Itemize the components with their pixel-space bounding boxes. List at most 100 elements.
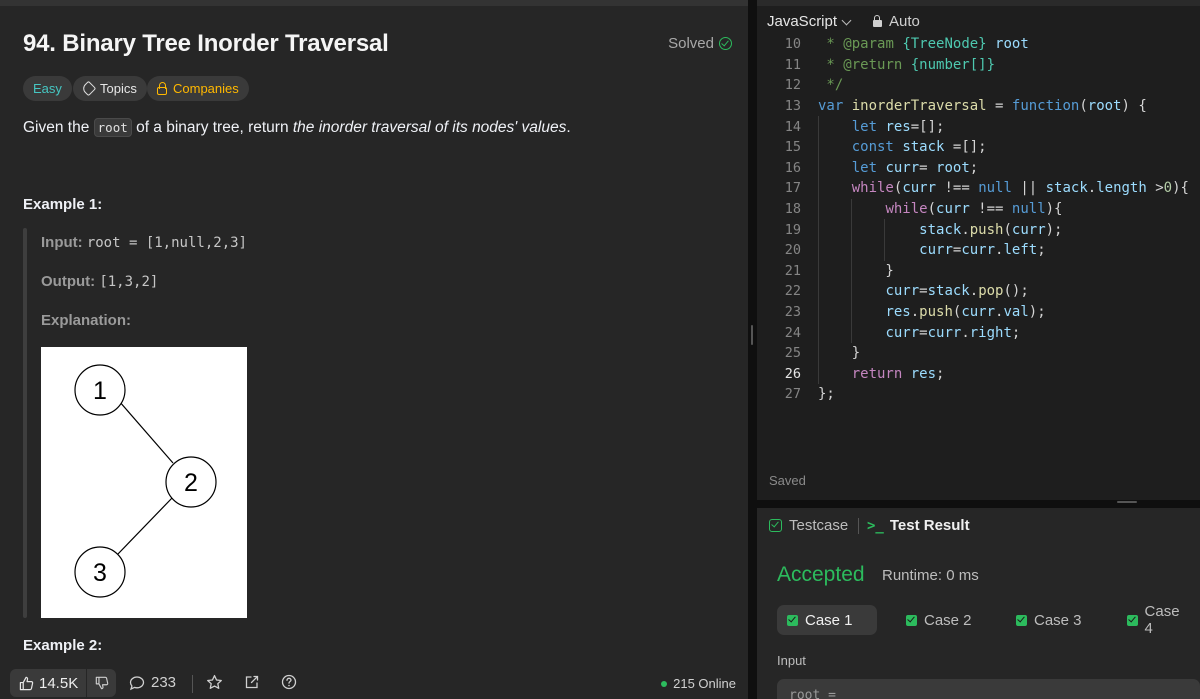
code-line: 15 const stack =[]; <box>757 136 1200 158</box>
thumbs-down-icon <box>95 676 108 690</box>
online-count: 215 Online <box>661 676 736 691</box>
code-line: 11 * @return {number[]} <box>757 55 1200 76</box>
topics-label: Topics <box>100 81 137 96</box>
case-tab-2[interactable]: Case 2 <box>896 605 982 635</box>
horizontal-splitter-handle[interactable] <box>1117 501 1137 503</box>
language-label: JavaScript <box>767 13 838 30</box>
example-output: Output: [1,3,2] <box>41 273 158 290</box>
star-icon <box>207 674 222 689</box>
auto-mode-toggle[interactable]: Auto <box>873 13 920 30</box>
code-text: stack.push(curr); <box>919 221 1063 238</box>
line-number: 24 <box>784 324 801 341</box>
tree-edge <box>118 400 174 464</box>
code-line: 27 }; <box>757 384 1200 405</box>
case-tab-4[interactable]: Case 4 <box>1117 603 1200 637</box>
input-value-box[interactable]: root = <box>777 679 1200 699</box>
code-line: 24 curr=curr.right; <box>757 322 1200 343</box>
case-tab-1[interactable]: Case 1 <box>777 605 877 635</box>
tab-testcase[interactable]: Testcase <box>769 517 848 534</box>
problem-description: Given the root of a binary tree, return … <box>23 118 571 137</box>
input-value: root = [1,null,2,3] <box>86 235 247 251</box>
line-number: 17 <box>784 180 801 197</box>
case-label: Case 1 <box>805 611 853 629</box>
panel-top-bar <box>0 0 748 6</box>
example-block-bar <box>23 228 27 618</box>
checkbox-icon <box>1016 614 1027 626</box>
code-text: curr=curr.right; <box>885 324 1021 341</box>
code-line: 25 } <box>757 342 1200 364</box>
binary-tree-diagram: 1 2 3 <box>41 347 247 618</box>
case-tab-3[interactable]: Case 3 <box>1006 605 1092 635</box>
vote-group: 14.5K <box>10 669 116 697</box>
example-1-heading: Example 1: <box>23 196 103 213</box>
checkbox-icon <box>787 614 798 626</box>
result-status: Accepted <box>777 563 865 586</box>
solved-badge: Solved <box>668 35 732 52</box>
example-explanation: Explanation: <box>41 312 131 329</box>
test-result-panel: Testcase >_ Test Result Accepted Runtime… <box>757 508 1200 699</box>
line-number: 10 <box>784 36 801 53</box>
code-editor[interactable]: 10 * @param {TreeNode} root 11 * @return… <box>757 34 1200 405</box>
code-line: 22 curr=stack.pop(); <box>757 281 1200 302</box>
online-dot-icon <box>661 680 668 687</box>
checkbox-icon <box>769 519 782 532</box>
online-label: 215 Online <box>673 676 736 691</box>
splitter-handle[interactable] <box>751 325 753 345</box>
thumbs-up-icon <box>19 676 34 690</box>
share-button[interactable] <box>244 674 260 690</box>
code-text: curr=curr.left; <box>919 242 1046 259</box>
explanation-label: Explanation: <box>41 312 132 329</box>
line-number: 26 <box>784 365 801 382</box>
language-selector[interactable]: JavaScript <box>767 13 852 30</box>
example-2-heading: Example 2: <box>23 637 103 654</box>
solved-label: Solved <box>668 35 714 52</box>
comment-icon <box>129 675 145 690</box>
input-value-text: root = <box>789 688 836 699</box>
code-line: 18 while(curr !== null){ <box>757 198 1200 220</box>
difficulty-label: Easy <box>33 81 62 96</box>
code-line: 21 } <box>757 260 1200 282</box>
check-circle-icon <box>719 37 732 50</box>
output-label: Output: <box>41 273 96 290</box>
line-number: 14 <box>784 118 801 135</box>
tree-node-label: 3 <box>93 559 107 587</box>
like-count: 14.5K <box>39 674 79 692</box>
line-number: 27 <box>784 386 801 403</box>
desc-code: root <box>93 118 132 137</box>
checkbox-icon <box>906 614 917 626</box>
like-button[interactable]: 14.5K <box>10 669 87 697</box>
code-line: 10 * @param {TreeNode} root <box>757 34 1200 55</box>
line-number: 15 <box>784 139 801 156</box>
line-number: 25 <box>784 345 801 362</box>
line-number: 19 <box>784 221 801 238</box>
case-label: Case 4 <box>1144 603 1180 637</box>
desc-emphasis: the inorder traversal of its nodes' valu… <box>292 119 567 136</box>
line-number: 12 <box>784 77 801 94</box>
favorite-button[interactable] <box>206 674 223 691</box>
tree-svg: 1 2 3 <box>74 364 217 598</box>
comments-button[interactable]: 233 <box>129 674 176 691</box>
problem-title[interactable]: 94. Binary Tree Inorder Traversal <box>23 30 389 58</box>
dislike-button[interactable] <box>87 669 116 697</box>
vertical-splitter[interactable] <box>748 0 757 699</box>
companies-button[interactable]: Companies <box>147 76 249 101</box>
help-button[interactable] <box>281 674 297 690</box>
example-input: Input: root = [1,null,2,3] <box>41 234 247 251</box>
auto-label: Auto <box>889 13 920 30</box>
tab-divider <box>858 518 859 534</box>
line-number: 20 <box>784 242 801 259</box>
code-text: } <box>818 345 861 362</box>
tab-test-result[interactable]: >_ Test Result <box>867 517 970 534</box>
code-line: 13 var inorderTraversal = function(root)… <box>757 96 1200 117</box>
code-text: res.push(curr.val); <box>885 304 1046 321</box>
desc-text: . <box>566 119 571 136</box>
line-number: 21 <box>784 262 801 279</box>
lock-icon <box>873 15 882 27</box>
checkbox-icon <box>1127 614 1138 626</box>
code-text: while(curr !== null){ <box>885 201 1063 218</box>
code-text: * @param {TreeNode} root <box>818 36 1029 53</box>
lock-icon <box>157 81 167 95</box>
tree-edge <box>116 496 174 556</box>
topics-button[interactable]: Topics <box>73 76 147 101</box>
code-line: 16 let curr= root; <box>757 157 1200 179</box>
